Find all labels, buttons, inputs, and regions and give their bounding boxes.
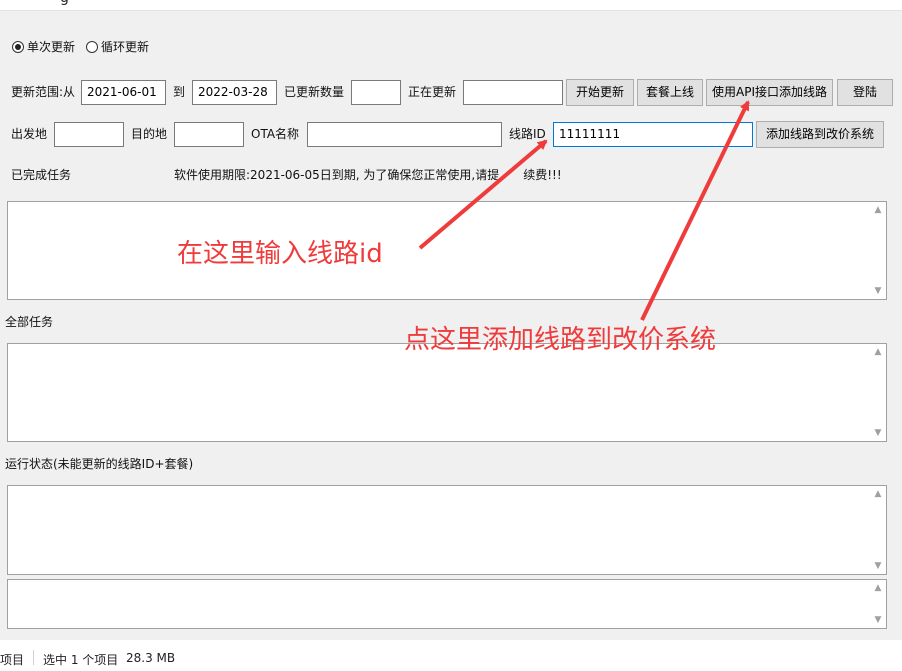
departure-input[interactable] [54,122,124,147]
radio-loop-update[interactable]: 循环更新 [86,38,149,55]
radio-single-update-label: 单次更新 [27,40,76,54]
scrollbar[interactable]: ▲ ▼ [870,486,886,574]
completed-tasks-label: 已完成任务 [11,168,72,182]
scroll-down-icon[interactable]: ▼ [870,283,886,299]
route-id-input[interactable]: 11111111 [553,122,753,147]
to-label: 到 [173,85,186,99]
completed-tasks-textarea[interactable]: ▲ ▼ [7,201,887,300]
api-add-route-button[interactable]: 使用API接口添加线路 [706,79,833,106]
scroll-down-icon[interactable]: ▼ [870,558,886,574]
annotation-add-route: 点这里添加线路到改价系统 [404,325,717,355]
status-items: 项目 [0,653,25,667]
destination-input[interactable] [174,122,244,147]
departure-label: 出发地 [11,127,48,141]
date-to-input[interactable]: 2022-03-28 [192,80,277,105]
scroll-up-icon[interactable]: ▲ [870,202,886,218]
updated-count-label: 已更新数量 [284,85,345,99]
scroll-up-icon[interactable]: ▲ [870,344,886,360]
scroll-up-icon[interactable]: ▲ [870,580,886,596]
scroll-down-icon[interactable]: ▼ [870,425,886,441]
radio-checked-icon [12,40,24,53]
status-divider [33,650,34,665]
ota-name-input[interactable] [307,122,502,147]
date-from-input[interactable]: 2021-06-01 [81,80,166,105]
run-status-textarea[interactable]: ▲ ▼ [7,485,887,575]
status-bar: 项目 选中 1 个项目 28.3 MB [0,646,902,671]
log-textarea[interactable]: ▲ ▼ [7,579,887,629]
route-id-label: 线路ID [509,127,546,141]
radio-unchecked-icon [86,40,98,53]
updating-input[interactable] [463,80,563,105]
expiry-notice-start: 软件使用期限:2021-06-05日到期, 为了确保您正常使用,请提 [174,168,500,182]
package-online-button[interactable]: 套餐上线 [637,79,703,106]
scrollbar[interactable]: ▲ ▼ [870,202,886,299]
destination-label: 目的地 [131,127,168,141]
scroll-down-icon[interactable]: ▼ [870,612,886,628]
title-bar: g [0,0,902,10]
expiry-notice-end: 续费!!! [523,168,562,182]
scrollbar[interactable]: ▲ ▼ [870,580,886,628]
updating-label: 正在更新 [408,85,457,99]
start-update-button[interactable]: 开始更新 [566,79,634,106]
ota-name-label: OTA名称 [251,127,300,141]
expiry-notice: 软件使用期限:2021-06-05日到期, 为了确保您正常使用,请提 续费!!! [174,167,562,183]
update-range-label: 更新范围:从 [11,85,76,99]
radio-loop-update-label: 循环更新 [101,40,150,54]
annotation-input-route-id: 在这里输入线路id [177,239,383,269]
status-selected: 选中 1 个项目 [43,653,119,667]
login-button[interactable]: 登陆 [837,79,893,106]
window-title: g [60,0,69,6]
scroll-up-icon[interactable]: ▲ [870,486,886,502]
radio-single-update[interactable]: 单次更新 [12,38,75,55]
status-size: 28.3 MB [126,651,176,665]
all-tasks-textarea[interactable]: ▲ ▼ [7,343,887,442]
updated-count-input[interactable] [351,80,401,105]
all-tasks-label: 全部任务 [5,315,54,329]
run-status-label: 运行状态(未能更新的线路ID+套餐) [5,457,194,471]
scrollbar[interactable]: ▲ ▼ [870,344,886,441]
add-route-to-pricing-button[interactable]: 添加线路到改价系统 [756,121,884,148]
